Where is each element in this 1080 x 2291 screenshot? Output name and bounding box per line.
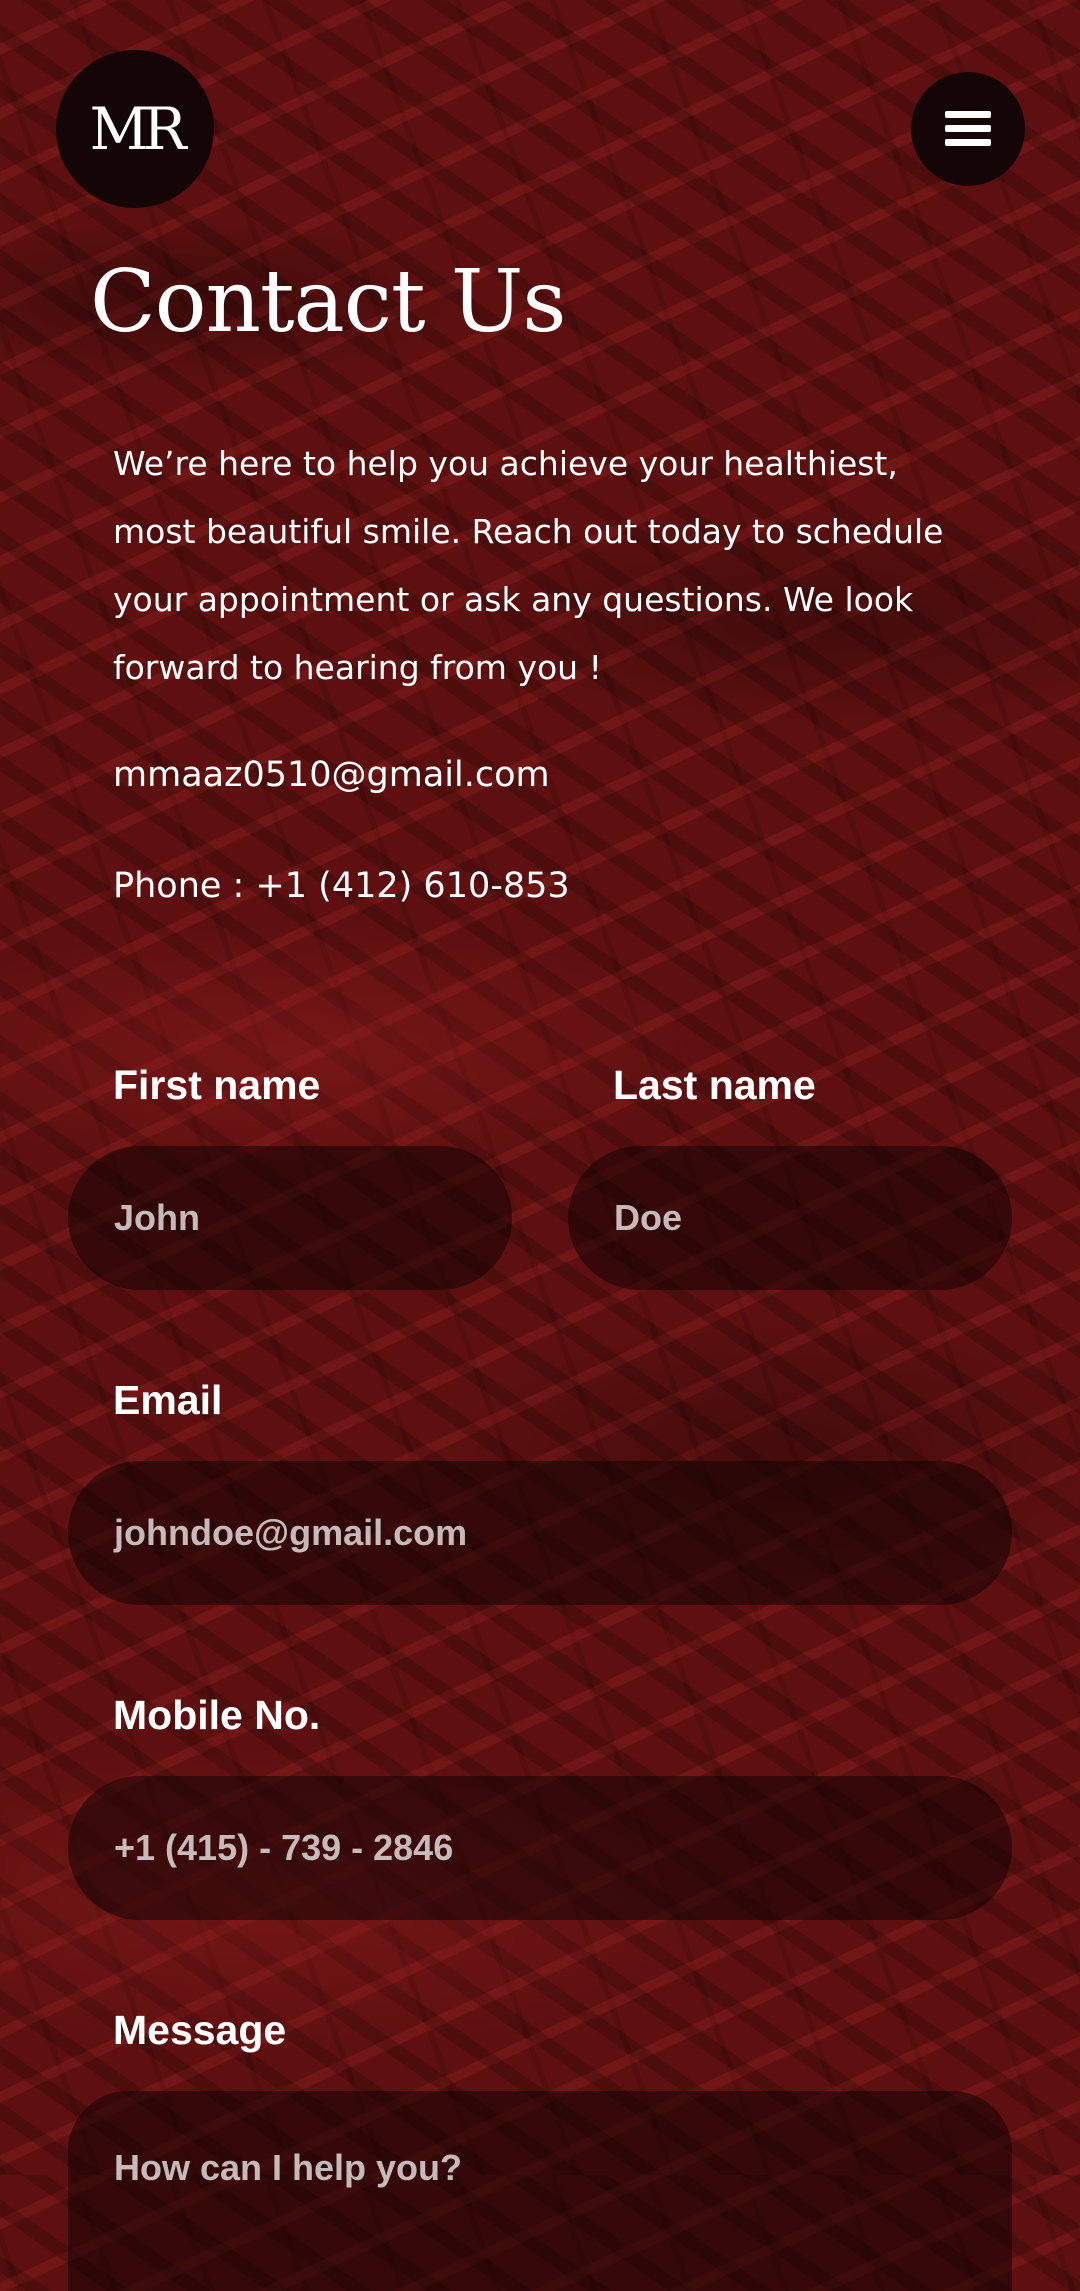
contact-phone[interactable]: Phone : +1 (412) 610-853 bbox=[113, 856, 570, 916]
message-placeholder: How can I help you? bbox=[114, 2147, 463, 2188]
mobile-label: Mobile No. bbox=[113, 1692, 321, 1738]
email-input[interactable]: johndoe@gmail.com bbox=[68, 1461, 1012, 1605]
first-name-input[interactable]: John bbox=[68, 1146, 512, 1290]
email-placeholder: johndoe@gmail.com bbox=[114, 1512, 468, 1553]
mobile-input[interactable]: +1 (415) - 739 - 2846 bbox=[68, 1776, 1012, 1920]
menu-button[interactable] bbox=[911, 72, 1025, 186]
intro-text: We’re here to help you achieve your heal… bbox=[113, 444, 944, 687]
contact-email[interactable]: mmaaz0510@gmail.com bbox=[113, 745, 550, 805]
first-name-placeholder: John bbox=[114, 1197, 200, 1238]
logo[interactable]: MR bbox=[56, 50, 214, 208]
first-name-label: First name bbox=[113, 1062, 321, 1108]
email-label: Email bbox=[113, 1377, 223, 1423]
message-label: Message bbox=[113, 2007, 287, 2053]
logo-text: MR bbox=[89, 95, 186, 163]
page-title: Contact Us bbox=[90, 252, 566, 352]
message-textarea[interactable]: How can I help you? bbox=[68, 2091, 1012, 2291]
hamburger-menu-icon bbox=[945, 111, 991, 146]
last-name-placeholder: Doe bbox=[614, 1197, 683, 1238]
last-name-input[interactable]: Doe bbox=[568, 1146, 1012, 1290]
mobile-placeholder: +1 (415) - 739 - 2846 bbox=[114, 1827, 454, 1868]
last-name-label: Last name bbox=[613, 1062, 816, 1108]
